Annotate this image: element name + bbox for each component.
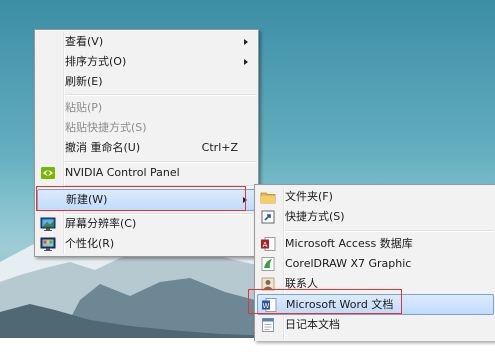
menu-item-screen-resolution[interactable]: 屏幕分辨率(C) — [37, 214, 256, 234]
new-submenu: 文件夹(F) 快捷方式(S) A Microsoft Access 数据库 Co… — [254, 184, 495, 341]
menu-item-personalize[interactable]: 个性化(R) — [37, 234, 256, 254]
desktop-context-menu: 查看(V) 排序方式(O) 刷新(E) 粘贴(P) 粘贴快捷方式(S) 撤消 重… — [34, 29, 259, 257]
menu-item-paste-shortcut[interactable]: 粘贴快捷方式(S) — [37, 118, 256, 138]
personalize-icon — [40, 237, 56, 251]
submenu-arrow-icon — [244, 39, 248, 45]
submenu-arrow-icon — [244, 59, 248, 65]
menu-item-label: NVIDIA Control Panel — [65, 166, 180, 179]
menu-item-label: 粘贴(P) — [65, 101, 103, 114]
submenu-item-shortcut[interactable]: 快捷方式(S) — [257, 207, 494, 227]
shortcut-icon — [261, 210, 275, 224]
menu-item-paste[interactable]: 粘贴(P) — [37, 98, 256, 118]
menu-item-label: Microsoft Access 数据库 — [285, 237, 413, 250]
menu-separator — [285, 230, 494, 232]
menu-item-shortcut: Ctrl+Z — [201, 141, 238, 154]
coreldraw-icon — [261, 257, 275, 271]
menu-item-refresh[interactable]: 刷新(E) — [37, 72, 256, 92]
submenu-item-next-cut-off[interactable] — [257, 335, 494, 355]
journal-icon — [262, 318, 274, 332]
svg-text:A: A — [263, 241, 268, 249]
menu-item-label: 粘贴快捷方式(S) — [65, 121, 147, 134]
submenu-item-coreldraw-graphic[interactable]: CorelDRAW X7 Graphic — [257, 254, 494, 274]
screen-resolution-icon — [40, 217, 56, 231]
menu-item-label: 快捷方式(S) — [285, 210, 345, 223]
menu-item-undo-rename[interactable]: 撤消 重命名(U) Ctrl+Z — [37, 138, 256, 158]
menu-separator — [65, 94, 256, 96]
submenu-item-folder[interactable]: 文件夹(F) — [257, 187, 494, 207]
nvidia-icon — [41, 167, 55, 179]
submenu-item-access-database[interactable]: A Microsoft Access 数据库 — [257, 234, 494, 254]
menu-item-label: 日记本文档 — [285, 318, 340, 331]
menu-item-nvidia-control-panel[interactable]: NVIDIA Control Panel — [37, 163, 256, 183]
menu-item-label: 查看(V) — [65, 35, 104, 48]
menu-item-label: 文件夹(F) — [285, 190, 333, 203]
folder-icon — [260, 192, 276, 204]
highlight-box-new — [36, 186, 246, 211]
menu-item-sort-by[interactable]: 排序方式(O) — [37, 52, 256, 72]
menu-item-label: 刷新(E) — [65, 75, 103, 88]
access-icon: A — [261, 237, 276, 251]
menu-item-label: 撤消 重命名(U) — [65, 141, 141, 154]
highlight-box-word-document — [248, 289, 402, 314]
menu-item-label: 个性化(R) — [65, 237, 115, 250]
submenu-item-journal-document[interactable]: 日记本文档 — [257, 315, 494, 335]
menu-item-label: 排序方式(O) — [65, 55, 127, 68]
menu-item-label: 屏幕分辨率(C) — [65, 217, 137, 230]
menu-item-label: CorelDRAW X7 Graphic — [285, 257, 412, 270]
menu-item-view[interactable]: 查看(V) — [37, 32, 256, 52]
